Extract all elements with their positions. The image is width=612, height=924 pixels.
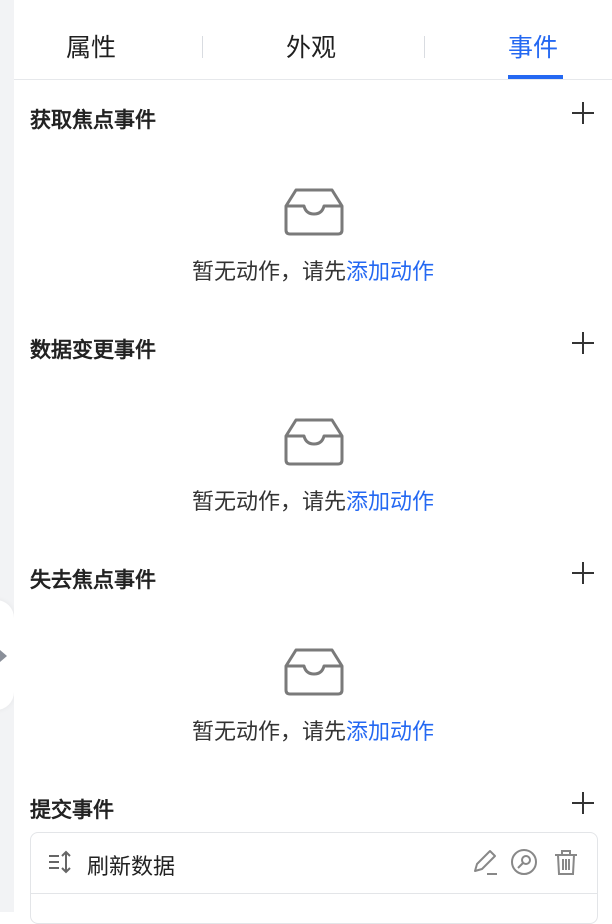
inbox-empty-icon	[284, 188, 344, 236]
add-action-link[interactable]: 添加动作	[346, 490, 434, 515]
section-title: 提交事件	[30, 798, 114, 822]
action-list: 刷新数据	[30, 832, 598, 924]
plus-icon[interactable]	[572, 332, 594, 354]
event-panel: 属性 外观 事件 获取焦点事件 暂无动作，请先添加动作 数据变更事件 暂无动作，…	[14, 0, 612, 924]
sort-icon[interactable]	[47, 849, 73, 875]
empty-message: 暂无动作，请先	[191, 720, 346, 745]
left-sidebar-edge	[0, 0, 14, 912]
plus-icon[interactable]	[572, 562, 594, 584]
empty-state: 暂无动作，请先添加动作	[14, 714, 612, 746]
trash-icon[interactable]	[551, 847, 581, 877]
empty-message: 暂无动作，请先	[191, 490, 346, 515]
action-row-refresh[interactable]: 刷新数据	[31, 833, 597, 894]
search-icon[interactable]	[509, 847, 539, 877]
tab-events[interactable]: 事件	[508, 28, 558, 64]
caret-right-icon[interactable]	[0, 650, 7, 662]
inbox-empty-icon	[284, 648, 344, 696]
add-action-link[interactable]: 添加动作	[346, 720, 434, 745]
section-title: 失去焦点事件	[30, 568, 156, 592]
tab-divider	[202, 36, 203, 58]
inbox-empty-icon	[284, 418, 344, 466]
plus-icon[interactable]	[572, 792, 594, 814]
add-action-link[interactable]: 添加动作	[346, 260, 434, 285]
plus-icon[interactable]	[572, 102, 594, 124]
tab-appearance[interactable]: 外观	[286, 28, 336, 64]
tab-properties[interactable]: 属性	[66, 28, 116, 64]
empty-state: 暂无动作，请先添加动作	[14, 254, 612, 286]
active-tab-indicator	[508, 75, 563, 79]
action-label: 刷新数据	[87, 855, 176, 880]
edit-icon[interactable]	[469, 847, 499, 877]
section-title: 数据变更事件	[30, 338, 156, 362]
empty-message: 暂无动作，请先	[191, 260, 346, 285]
empty-state: 暂无动作，请先添加动作	[14, 484, 612, 516]
panel-tabs: 属性 外观 事件	[14, 0, 612, 80]
section-title: 获取焦点事件	[30, 108, 156, 132]
tab-divider	[424, 36, 425, 58]
